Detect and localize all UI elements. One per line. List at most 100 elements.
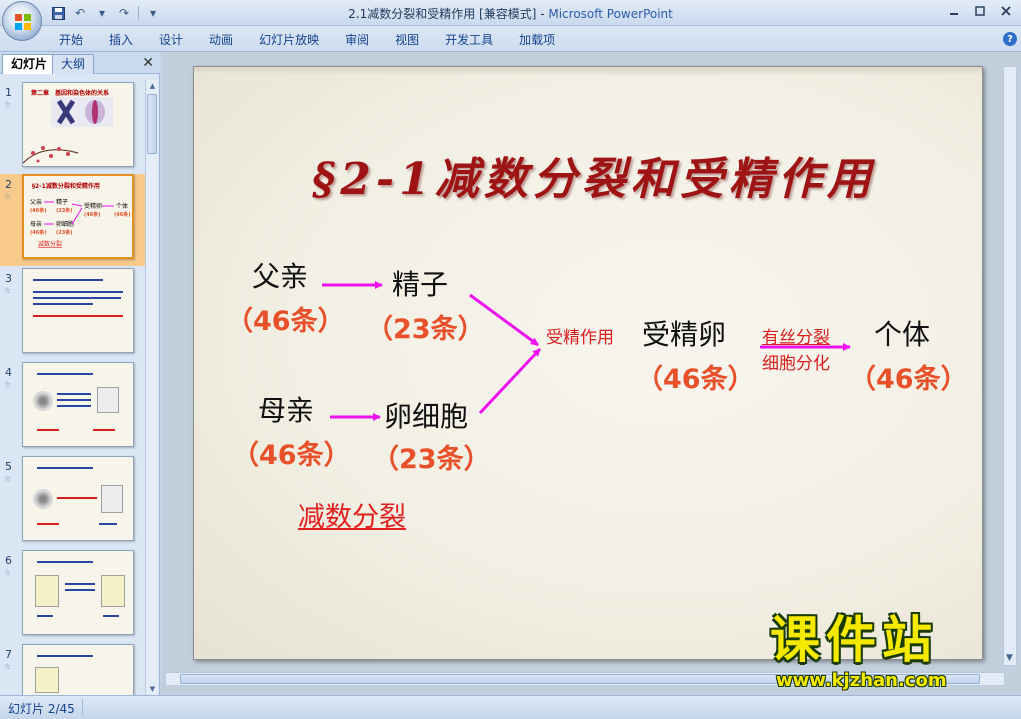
thumb-title: 第二章 基因和染色体的关系 xyxy=(31,90,110,97)
minimize-icon[interactable] xyxy=(941,2,967,20)
slide-thumbnail-4[interactable]: 4 ☆ xyxy=(0,362,145,454)
text-line xyxy=(33,279,103,281)
watermark-url: www.kjzhan.com xyxy=(776,670,947,691)
arrow-line xyxy=(57,497,97,499)
ribbon: 开始 插入 设计 动画 幻灯片放映 审阅 视图 开发工具 加载项 ? xyxy=(0,26,1021,52)
tab-review[interactable]: 审阅 xyxy=(332,31,382,49)
slide-preview: §2-1减数分裂和受精作用 父亲 精子 (46条) (23条) 母亲 卵细胞 (… xyxy=(22,174,134,259)
animation-star-icon: ☆ xyxy=(4,192,12,201)
text-line xyxy=(37,373,93,375)
title-bar: ↶ ▾ ↷ ▾ 2.1减数分裂和受精作用 [兼容模式] - Microsoft … xyxy=(0,0,1021,41)
tab-add-ins[interactable]: 加载项 xyxy=(506,31,568,49)
slide-thumbnail-7[interactable]: 7 ☆ xyxy=(0,644,145,695)
window-controls xyxy=(941,2,1019,20)
text-line xyxy=(37,615,53,617)
tab-design[interactable]: 设计 xyxy=(146,31,196,49)
blossom-decoration xyxy=(23,146,79,164)
animation-star-icon: ☆ xyxy=(4,380,12,389)
ribbon-tabs: 开始 插入 设计 动画 幻灯片放映 审阅 视图 开发工具 加载项 xyxy=(46,31,568,49)
svg-text:(46条): (46条) xyxy=(114,211,131,218)
scroll-up-icon[interactable]: ▲ xyxy=(146,80,159,92)
animation-star-icon: ☆ xyxy=(4,474,12,483)
office-logo-icon xyxy=(15,14,31,30)
slide-editor: §2-1减数分裂和受精作用 父亲 （46条） 精子 （23条） 母亲 （46条）… xyxy=(161,52,1021,695)
text-line xyxy=(99,523,117,525)
sperm-fertilization-arrow xyxy=(469,293,539,347)
slide-thumbnail-1[interactable]: 1 ☆ 第二章 基因和染色体的关系 xyxy=(0,82,145,174)
text-line xyxy=(37,561,93,563)
text-line xyxy=(33,315,123,317)
animation-star-icon: ☆ xyxy=(4,568,12,577)
thumbnail-scrollbar[interactable]: ▲ ▼ xyxy=(145,80,158,695)
slide-number: 7 xyxy=(5,648,12,661)
svg-text:减数分裂: 减数分裂 xyxy=(38,240,62,248)
maximize-icon[interactable] xyxy=(967,2,993,20)
text-line xyxy=(33,291,123,293)
slides-panel: 幻灯片 大纲 ✕ 1 ☆ 第二章 基因和染色体的关系 2 ☆ §2-1减数分裂和… xyxy=(0,52,160,695)
slide-scrollbar[interactable]: ▼ xyxy=(1003,66,1017,666)
scrollbar-thumb[interactable] xyxy=(147,94,157,154)
text-line xyxy=(37,429,59,431)
text-line xyxy=(65,589,95,591)
office-button[interactable] xyxy=(2,1,42,41)
svg-text:(46条): (46条) xyxy=(84,211,101,218)
cell-image xyxy=(35,575,59,607)
close-window-icon[interactable] xyxy=(993,2,1019,20)
slide-number: 3 xyxy=(5,272,12,285)
window-title: 2.1减数分裂和受精作用 [兼容模式] - Microsoft PowerPoi… xyxy=(0,5,1021,22)
cell-image xyxy=(97,387,119,413)
animation-star-icon: ☆ xyxy=(4,100,12,109)
svg-text:父亲: 父亲 xyxy=(30,198,42,206)
animation-star-icon: ☆ xyxy=(4,662,12,671)
cell-image xyxy=(33,391,53,411)
slide-preview: 第二章 基因和染色体的关系 xyxy=(22,82,134,167)
flow-arrows xyxy=(322,281,851,421)
tab-animations[interactable]: 动画 xyxy=(196,31,246,49)
text-line xyxy=(65,583,95,585)
slide-number: 5 xyxy=(5,460,12,473)
svg-text:(46条): (46条) xyxy=(30,207,47,214)
slide-preview xyxy=(22,268,134,353)
slide-preview xyxy=(22,550,134,635)
text-line xyxy=(37,467,93,469)
close-panel-icon[interactable]: ✕ xyxy=(142,55,154,71)
text-line xyxy=(103,615,119,617)
tab-home[interactable]: 开始 xyxy=(46,31,96,49)
slide-thumbnail-3[interactable]: 3 ☆ xyxy=(0,268,145,360)
svg-text:(23条): (23条) xyxy=(56,229,73,236)
slide-thumbnail-5[interactable]: 5 ☆ xyxy=(0,456,145,548)
slide-preview xyxy=(22,456,134,541)
svg-text:(46条): (46条) xyxy=(30,229,47,236)
scroll-down-icon[interactable]: ▼ xyxy=(146,683,159,695)
site-watermark: 课件站 www.kjzhan.com xyxy=(770,612,1010,691)
panel-tabs: 幻灯片 大纲 ✕ xyxy=(0,52,160,74)
tab-slides[interactable]: 幻灯片 xyxy=(2,54,57,74)
slide-thumbnail-2[interactable]: 2 ☆ §2-1减数分裂和受精作用 父亲 精子 (46条) (23条) 母亲 卵… xyxy=(0,174,145,266)
slide-number: 6 xyxy=(5,554,12,567)
tab-insert[interactable]: 插入 xyxy=(96,31,146,49)
slide-number: 4 xyxy=(5,366,12,379)
cell-image xyxy=(101,485,123,513)
tab-developer[interactable]: 开发工具 xyxy=(432,31,506,49)
text-line xyxy=(57,399,91,401)
svg-text:个体: 个体 xyxy=(116,202,128,210)
text-line xyxy=(37,523,59,525)
thumb-diagram: 父亲 精子 (46条) (23条) 母亲 卵细胞 (46条) (23条) 受精卵… xyxy=(30,198,131,248)
help-icon[interactable]: ? xyxy=(1003,32,1017,46)
slide-thumbnail-6[interactable]: 6 ☆ xyxy=(0,550,145,642)
slide-number: 1 xyxy=(5,86,12,99)
tab-view[interactable]: 视图 xyxy=(382,31,432,49)
status-bar: 幻灯片 2/45 xyxy=(0,695,1021,719)
current-slide[interactable]: §2-1减数分裂和受精作用 父亲 （46条） 精子 （23条） 母亲 （46条）… xyxy=(193,66,983,660)
document-title: 2.1减数分裂和受精作用 [兼容模式] - xyxy=(348,7,549,21)
slide-counter: 幻灯片 2/45 xyxy=(8,702,75,716)
tab-outline[interactable]: 大纲 xyxy=(52,54,95,74)
thumbnail-list: 1 ☆ 第二章 基因和染色体的关系 2 ☆ §2-1减数分裂和受精作用 父亲 精… xyxy=(0,80,145,695)
svg-text:(23条): (23条) xyxy=(56,207,73,214)
cell-image xyxy=(101,575,125,607)
app-name: Microsoft PowerPoint xyxy=(548,7,673,21)
svg-text:母亲: 母亲 xyxy=(30,220,42,228)
slide-preview xyxy=(22,644,134,695)
tab-slide-show[interactable]: 幻灯片放映 xyxy=(246,31,332,49)
svg-text:受精卵: 受精卵 xyxy=(84,202,102,210)
